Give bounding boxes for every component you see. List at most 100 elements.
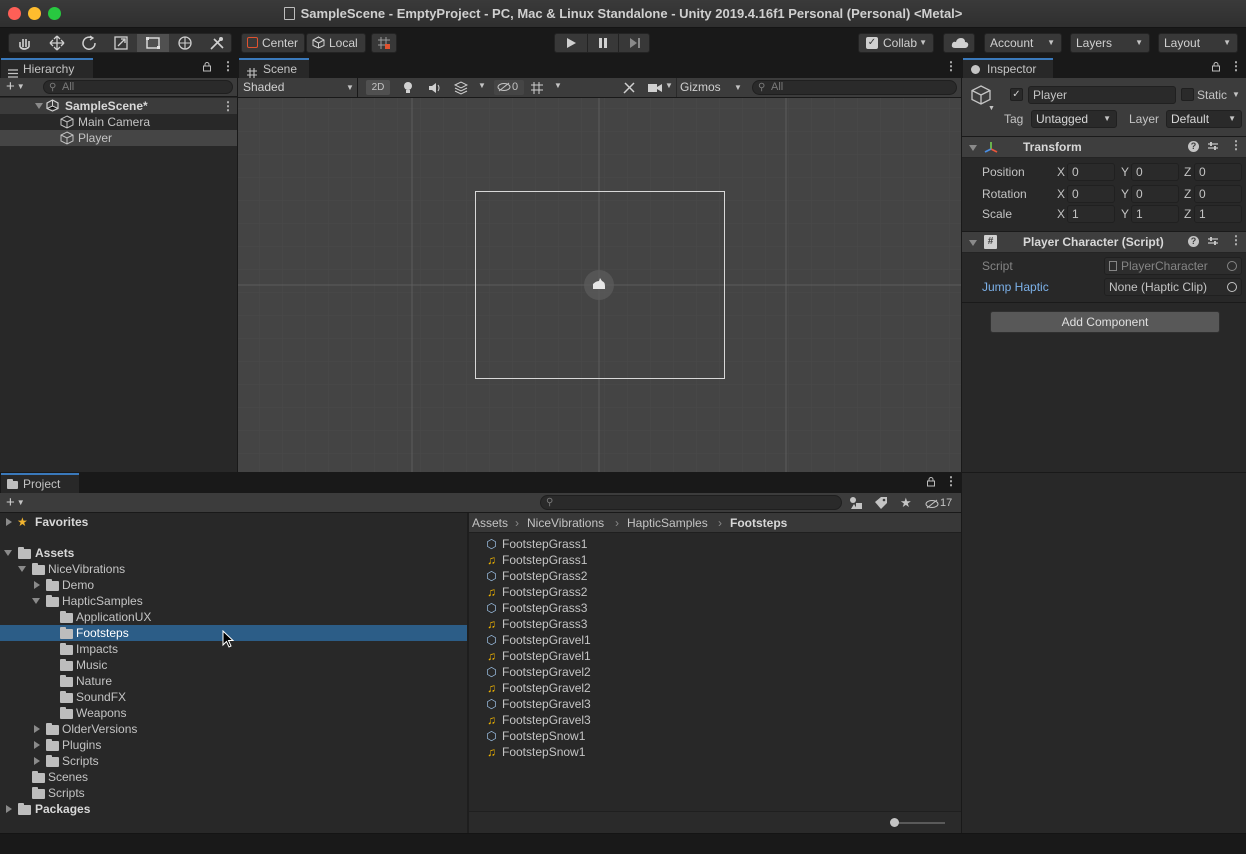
toggle-2d-button[interactable]: 2D [366,80,390,95]
icon-picker-caret-icon[interactable]: ▼ [988,105,995,112]
asset-item[interactable]: ♫ FootstepGravel3 [485,712,591,728]
asset-item[interactable]: ♫ FootstepGravel1 [485,648,591,664]
scale-x-field[interactable]: 1 [1067,205,1115,223]
search-by-type-icon[interactable] [849,496,863,513]
breadcrumb-item[interactable]: HapticSamples [627,516,708,530]
tree-row-nature[interactable]: Nature [0,673,467,689]
transform-header[interactable]: Transform ? ⋮ [962,136,1246,158]
effects-caret-icon[interactable]: ▼ [478,81,486,90]
rotation-z-field[interactable]: 0 [1194,185,1242,203]
custom-tools-icon[interactable] [201,34,233,52]
scene-header-row[interactable]: SampleScene* ⋮ [0,98,237,114]
camera-caret-icon[interactable]: ▼ [665,81,673,90]
asset-item[interactable]: ⬡ FootstepGrass1 [485,536,587,552]
asset-item[interactable]: ⬡ FootstepGrass2 [485,568,587,584]
tree-row-scripts[interactable]: Scripts [0,785,467,801]
scene-audio-icon[interactable] [428,81,442,98]
tree-row-applicationux[interactable]: ApplicationUX [0,609,467,625]
pivot-space-button[interactable]: Local [306,33,366,53]
hierarchy-add-icon[interactable]: + ▼ [6,78,25,96]
inspector-menu-icon[interactable]: ⋮ [1230,59,1242,73]
transform-foldout-icon[interactable] [969,145,977,151]
expand-icon[interactable] [6,805,12,813]
icon-size-slider-track[interactable] [895,822,945,824]
tree-row-hapticsamples[interactable]: HapticSamples [0,593,467,609]
component-menu-icon[interactable]: ⋮ [1230,138,1242,152]
asset-item[interactable]: ♫ FootstepGrass3 [485,616,587,632]
scene-menu-icon[interactable]: ⋮ [222,98,234,114]
favorite-star-icon[interactable]: ★ [900,495,912,511]
expand-icon[interactable] [34,581,40,589]
tag-dropdown[interactable]: Untagged ▼ [1031,110,1117,128]
play-button[interactable] [555,34,587,52]
player-character-header[interactable]: # Player Character (Script) ? ⋮ [962,231,1246,253]
layers-dropdown[interactable]: Layers ▼ [1070,33,1150,53]
grid-caret-icon[interactable]: ▼ [554,81,562,90]
pause-button[interactable] [587,34,619,52]
breadcrumb-item[interactable]: Assets [472,516,508,530]
position-z-field[interactable]: 0 [1194,163,1242,181]
tree-row-olderversions[interactable]: OlderVersions [0,721,467,737]
asset-item[interactable]: ⬡ FootstepSnow1 [485,728,585,744]
collapse-icon[interactable] [32,598,40,604]
presets-icon[interactable] [1207,140,1219,155]
project-split-divider[interactable] [467,513,469,833]
tree-row-assets[interactable]: Assets [0,545,467,561]
component-menu-icon[interactable]: ⋮ [1230,233,1242,247]
rotation-x-field[interactable]: 0 [1067,185,1115,203]
icon-size-slider-thumb[interactable] [890,818,899,827]
tab-project[interactable]: Project [1,473,79,493]
static-checkbox[interactable] [1181,88,1194,101]
asset-item[interactable]: ⬡ FootstepGravel3 [485,696,590,712]
rotate-tool-icon[interactable] [73,34,105,52]
project-add-icon[interactable]: + ▼ [6,493,25,512]
active-checkbox[interactable]: ✓ [1010,88,1023,101]
account-dropdown[interactable]: Account ▼ [984,33,1062,53]
tree-row-music[interactable]: Music [0,657,467,673]
tree-row-demo[interactable]: Demo [0,577,467,593]
scale-z-field[interactable]: 1 [1194,205,1242,223]
script-foldout-icon[interactable] [969,240,977,246]
asset-item[interactable]: ♫ FootstepGravel2 [485,680,591,696]
tree-row-weapons[interactable]: Weapons [0,705,467,721]
position-x-field[interactable]: 0 [1067,163,1115,181]
hierarchy-row-main-camera[interactable]: Main Camera [0,114,237,130]
move-tool-icon[interactable] [41,34,73,52]
object-picker-icon[interactable] [1227,282,1237,292]
transform-tool-icon[interactable] [169,34,201,52]
tree-row-favorites[interactable]: ★ Favorites [0,514,467,530]
asset-item[interactable]: ♫ FootstepGrass2 [485,584,587,600]
tree-row-scenes[interactable]: Scenes [0,769,467,785]
add-component-button[interactable]: Add Component [990,311,1220,333]
position-y-field[interactable]: 0 [1131,163,1179,181]
scale-y-field[interactable]: 1 [1131,205,1179,223]
hand-tool-icon[interactable] [9,34,41,52]
hierarchy-menu-icon[interactable]: ⋮ [222,59,234,73]
expand-icon[interactable] [34,741,40,749]
help-icon[interactable]: ? [1188,141,1199,152]
tree-row-plugins[interactable]: Plugins [0,737,467,753]
static-caret-icon[interactable]: ▼ [1232,90,1240,99]
asset-item[interactable]: ⬡ FootstepGravel1 [485,632,590,648]
scale-tool-icon[interactable] [105,34,137,52]
collapse-icon[interactable] [18,566,26,572]
expand-icon[interactable] [34,757,40,765]
project-lock-icon[interactable] [927,476,935,490]
scene-menu-icon[interactable]: ⋮ [945,59,957,73]
tab-inspector[interactable]: Inspector [963,58,1053,78]
layout-dropdown[interactable]: Layout ▼ [1158,33,1238,53]
collapse-icon[interactable] [4,550,12,556]
step-button[interactable] [619,34,651,52]
expand-icon[interactable] [6,518,12,526]
scene-effects-icon[interactable] [453,81,469,98]
presets-icon[interactable] [1207,235,1219,250]
layer-dropdown[interactable]: Default ▼ [1166,110,1242,128]
tree-row-packages[interactable]: Packages [0,801,467,817]
scene-expand-icon[interactable] [35,103,43,109]
object-name-field[interactable]: Player [1028,86,1176,104]
help-icon[interactable]: ? [1188,236,1199,247]
search-by-label-icon[interactable] [874,496,888,513]
tree-row-nicevibrations[interactable]: NiceVibrations [0,561,467,577]
project-search-input[interactable]: ⚲ [540,495,842,510]
asset-item[interactable]: ♫ FootstepGrass1 [485,552,587,568]
